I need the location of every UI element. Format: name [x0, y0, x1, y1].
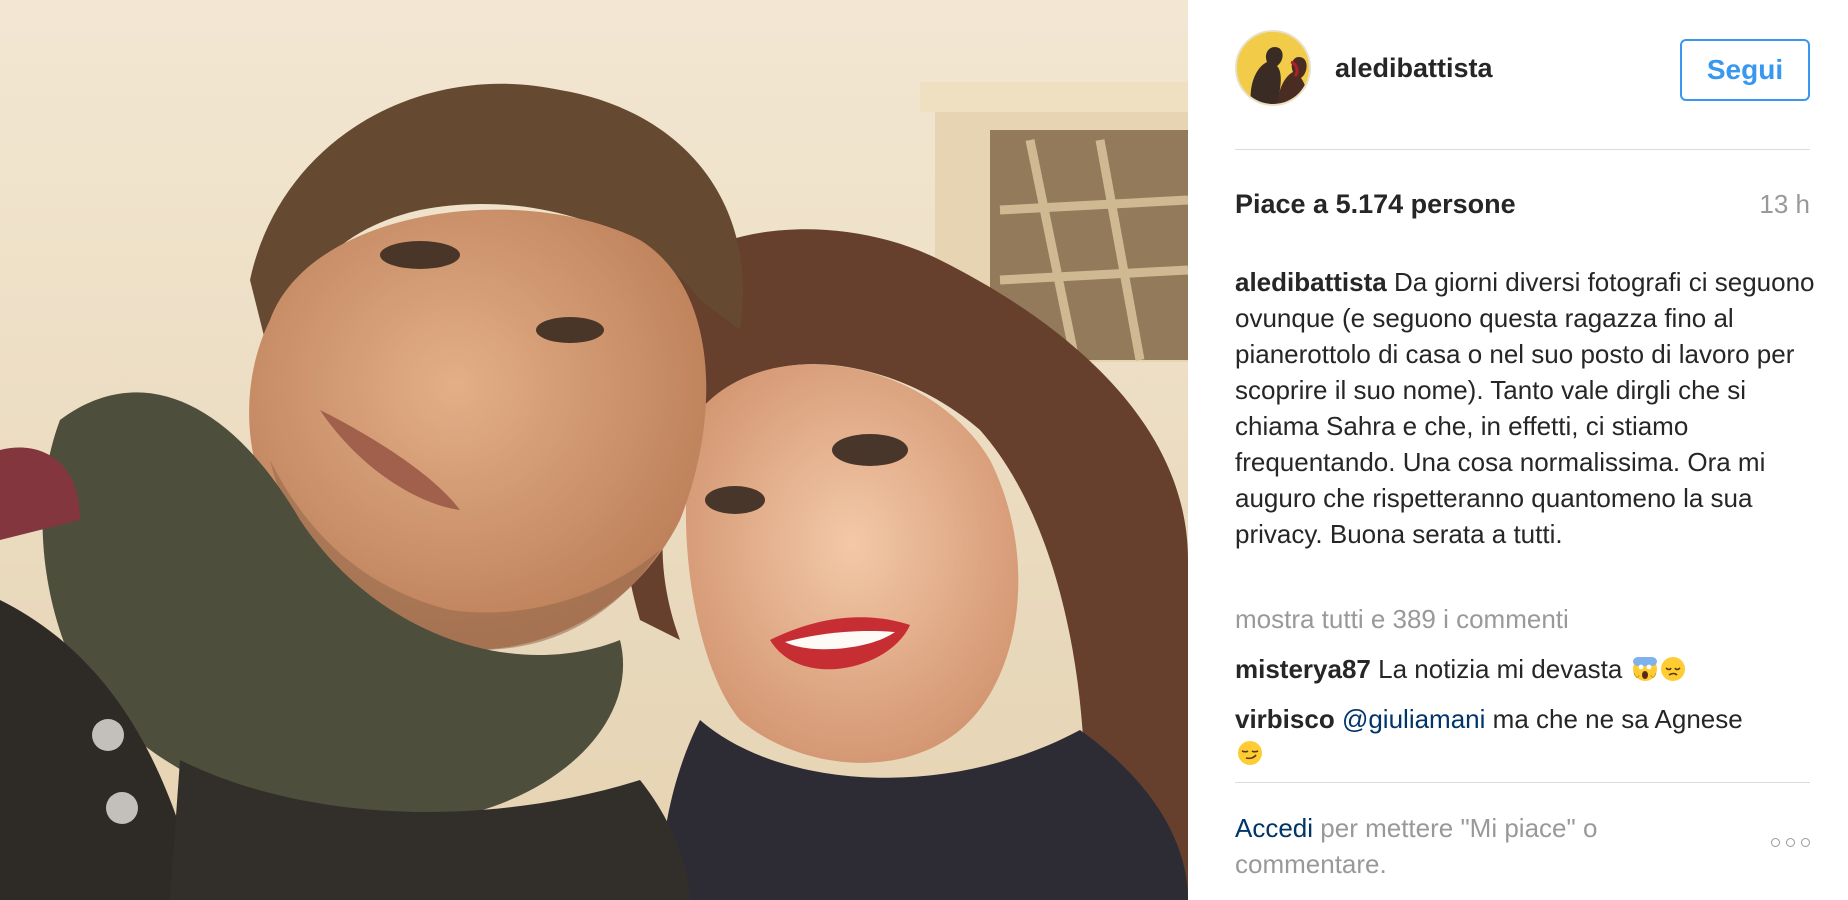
avatar-image — [1237, 32, 1309, 104]
post-photo[interactable] — [0, 0, 1188, 900]
comment-mention[interactable]: @giuliamani — [1342, 704, 1485, 734]
comment-item: misterya87 La notizia mi devasta — [1235, 652, 1815, 686]
post-timestamp[interactable]: 13 h — [1759, 189, 1810, 220]
username[interactable]: aledibattista — [1335, 53, 1493, 84]
dot — [1786, 838, 1795, 847]
login-link[interactable]: Accedi — [1235, 813, 1313, 843]
pensive-face-emoji — [1660, 657, 1685, 681]
header-divider — [1235, 149, 1810, 150]
view-all-comments-link[interactable]: mostra tutti e 389 i commenti — [1235, 604, 1569, 635]
comment-username[interactable]: virbisco — [1235, 704, 1335, 734]
dot — [1771, 838, 1780, 847]
avatar[interactable] — [1235, 30, 1311, 106]
smirking-face-emoji — [1238, 741, 1262, 765]
screaming-face-emoji — [1632, 657, 1657, 681]
comment-username[interactable]: misterya87 — [1235, 654, 1371, 684]
selfie-illustration — [0, 0, 1188, 900]
login-prompt: Accedi per mettere "Mi piace" o commenta… — [1235, 810, 1735, 882]
comment-text: ma che ne sa Agnese — [1492, 704, 1743, 734]
post-side-panel: aledibattista Segui Piace a 5.174 person… — [1188, 0, 1848, 900]
likes-count[interactable]: Piace a 5.174 persone — [1235, 189, 1516, 220]
follow-button[interactable]: Segui — [1680, 39, 1810, 101]
more-options-icon[interactable] — [1771, 838, 1810, 847]
footer-divider — [1235, 782, 1810, 783]
likes-row: Piace a 5.174 persone 13 h — [1235, 189, 1810, 220]
dot — [1801, 838, 1810, 847]
caption-username[interactable]: aledibattista — [1235, 267, 1387, 297]
caption-text: Da giorni diversi fotografi ci seguono o… — [1235, 267, 1815, 549]
comment-text: La notizia mi devasta — [1378, 654, 1623, 684]
instagram-post: aledibattista Segui Piace a 5.174 person… — [0, 0, 1848, 900]
post-header: aledibattista Segui — [1235, 30, 1810, 106]
comment-item: virbisco @giuliamani ma che ne sa Agnese — [1235, 702, 1815, 770]
post-caption: aledibattista Da giorni diversi fotograf… — [1235, 264, 1815, 552]
